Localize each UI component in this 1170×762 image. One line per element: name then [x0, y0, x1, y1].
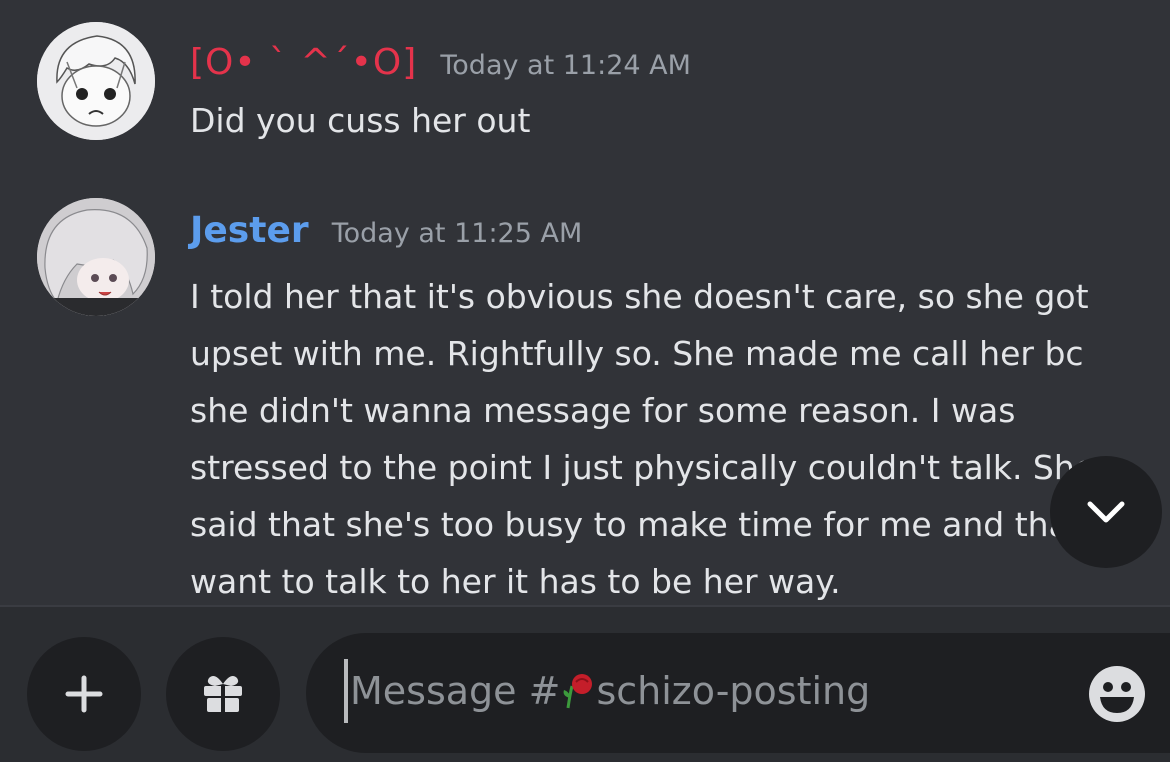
gift-button[interactable]	[166, 637, 280, 751]
timestamp: Today at 11:24 AM	[440, 50, 691, 81]
message-input[interactable]: Message # schizo-posting	[306, 633, 1170, 753]
message-line: Did you cuss her out	[190, 101, 531, 140]
text-caret	[344, 659, 348, 723]
emoji-icon[interactable]	[1086, 663, 1148, 725]
message-line: stressed to the point I just physically …	[190, 448, 1096, 487]
plus-icon	[65, 675, 103, 713]
message-list: [O• ˋ ^ˊ•O] Today at 11:24 AM Did you cu…	[0, 0, 1170, 605]
username[interactable]: [O• ˋ ^ˊ•O]	[190, 42, 417, 83]
chevron-down-icon	[1087, 501, 1125, 523]
username[interactable]: Jester	[190, 210, 309, 251]
chat-window: [O• ˋ ^ˊ•O] Today at 11:24 AM Did you cu…	[0, 0, 1170, 762]
avatar[interactable]	[37, 22, 155, 140]
message-line: she didn't wanna message for some reason…	[190, 391, 1016, 430]
channel-name: schizo-posting	[596, 669, 871, 713]
message-line: I told her that it's obvious she doesn't…	[190, 277, 1089, 316]
message-content: I told her that it's obvious she doesn't…	[190, 268, 1110, 610]
attach-button[interactable]	[27, 637, 141, 751]
jump-to-present-button[interactable]	[1050, 456, 1162, 568]
message-input-placeholder: Message # schizo-posting	[350, 669, 870, 713]
gift-icon	[204, 676, 242, 712]
message-header: Jester Today at 11:25 AM	[190, 210, 582, 251]
message-line: upset with me. Rightfully so. She made m…	[190, 334, 1084, 373]
message-composer: Message # schizo-posting	[0, 605, 1170, 762]
avatar-image	[37, 198, 155, 316]
message-line: want to talk to her it has to be her way…	[190, 562, 841, 601]
message-content: Did you cuss her out	[190, 92, 530, 149]
placeholder-prefix: Message #	[350, 669, 561, 713]
message-header: [O• ˋ ^ˊ•O] Today at 11:24 AM	[190, 42, 691, 83]
avatar[interactable]	[37, 198, 155, 316]
timestamp: Today at 11:25 AM	[331, 218, 583, 249]
message-line: said that she's too busy to make time fo…	[190, 505, 1110, 544]
rose-icon	[564, 674, 593, 709]
avatar-image	[37, 22, 155, 140]
